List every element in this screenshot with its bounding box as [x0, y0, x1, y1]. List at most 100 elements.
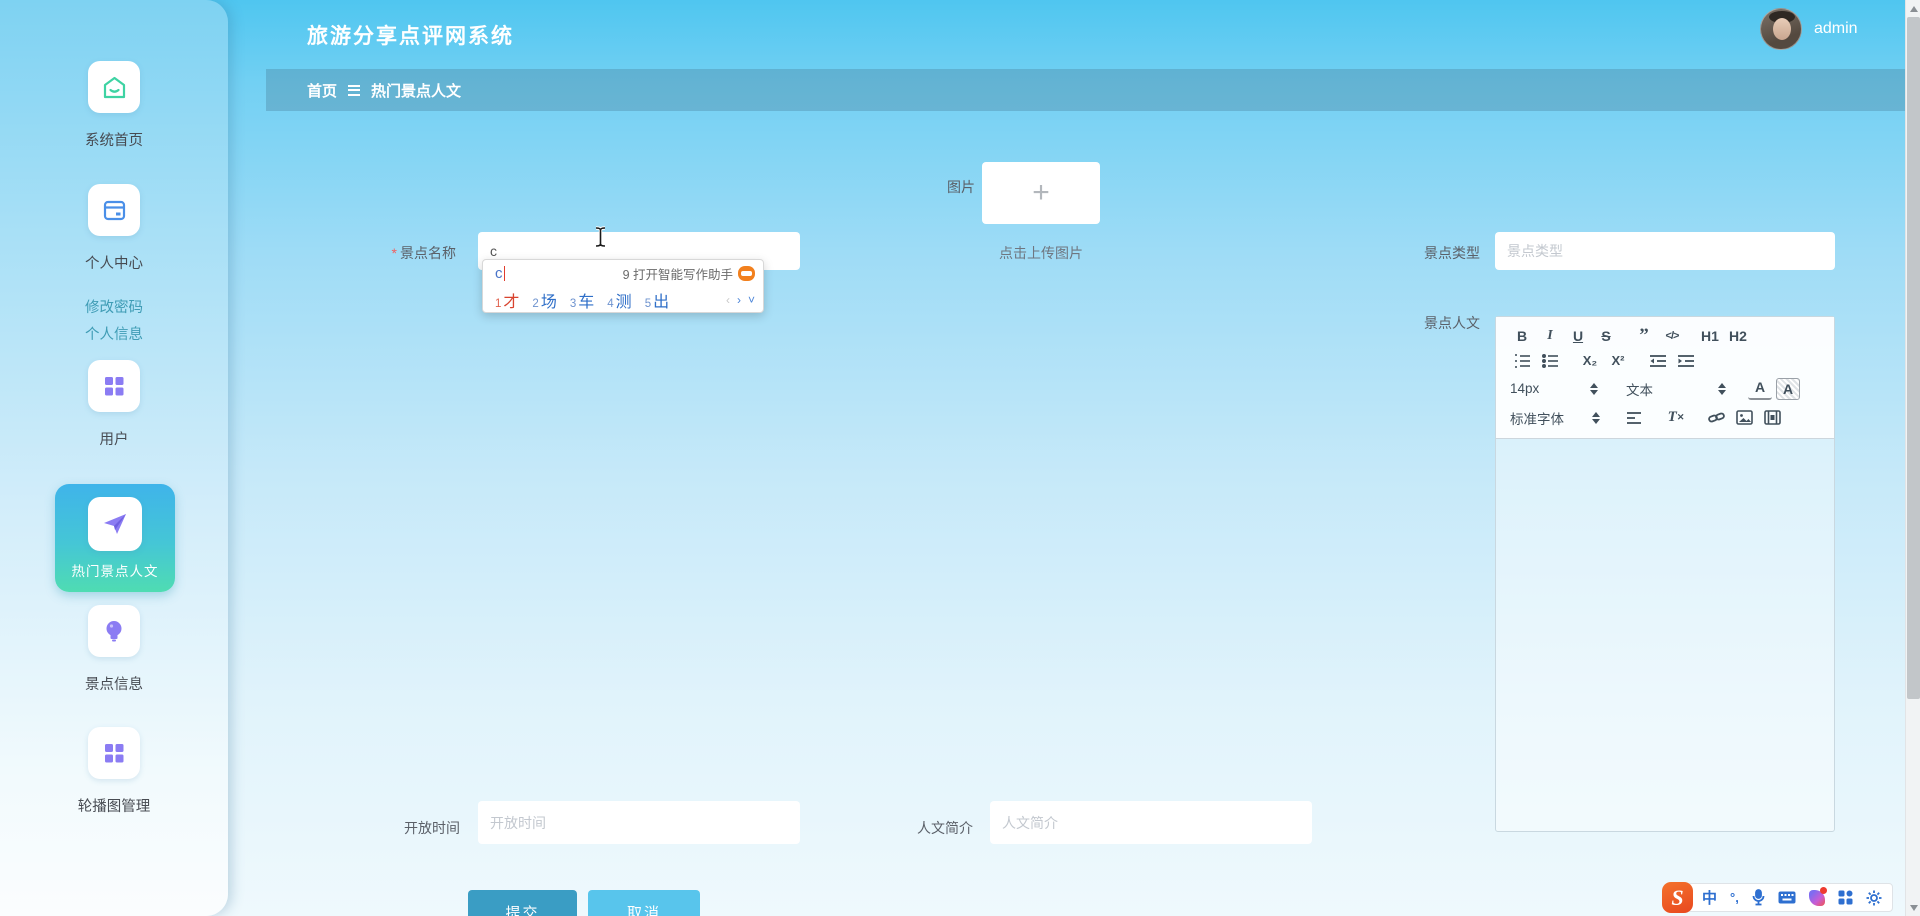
- code-block-button[interactable]: </>: [1660, 325, 1684, 347]
- upload-hint: 点击上传图片: [999, 245, 1083, 261]
- image-upload-button[interactable]: +: [982, 162, 1100, 224]
- settings-gear-icon[interactable]: [1866, 890, 1882, 906]
- ime-assist-shortcut[interactable]: 9 打开智能写作助手: [623, 264, 755, 283]
- sidebar-item-label: 系统首页: [85, 133, 143, 149]
- clear-format-button[interactable]: T ✕: [1664, 407, 1688, 429]
- submit-button[interactable]: 提交: [468, 890, 577, 916]
- link-label: 修改密码: [85, 300, 143, 316]
- ime-punctuation-icon[interactable]: °,: [1730, 890, 1739, 905]
- superscript-button[interactable]: X²: [1606, 350, 1630, 372]
- grid-icon: [88, 360, 140, 412]
- ime-prev-page-icon[interactable]: ‹: [726, 293, 730, 307]
- heading2-button[interactable]: H2: [1726, 325, 1750, 347]
- toolbox-grid-icon[interactable]: [1838, 890, 1853, 905]
- breadcrumb-home[interactable]: 首页: [307, 80, 337, 101]
- intro-label: 人文简介: [917, 820, 973, 836]
- strikethrough-button[interactable]: S: [1594, 325, 1618, 347]
- outdent-button[interactable]: [1646, 350, 1670, 372]
- ime-next-page-icon[interactable]: ›: [737, 293, 741, 307]
- open-time-label: 开放时间: [404, 820, 460, 836]
- ime-candidate[interactable]: 1才: [495, 288, 519, 312]
- stepper-icon: [1590, 382, 1598, 395]
- required-mark: *: [391, 245, 397, 261]
- scroll-up-button[interactable]: [1906, 0, 1920, 17]
- sidebar-item-users[interactable]: 用户: [0, 360, 228, 449]
- bold-button[interactable]: B: [1510, 325, 1534, 347]
- subscript-button[interactable]: X₂: [1578, 350, 1602, 372]
- bulb-icon: [88, 605, 140, 657]
- sidebar-item-label: 热门景点人文: [71, 564, 159, 579]
- link-icon[interactable]: [1704, 407, 1728, 429]
- sidebar-item-home[interactable]: 系统首页: [0, 61, 228, 150]
- align-button[interactable]: [1622, 407, 1646, 429]
- paper-plane-icon: [88, 497, 142, 551]
- spot-culture-label: 景点人文: [1424, 315, 1480, 331]
- sidebar-item-label: 轮播图管理: [77, 799, 151, 815]
- intro-input[interactable]: [990, 801, 1312, 844]
- avatar: [1760, 8, 1802, 50]
- indent-button[interactable]: [1674, 350, 1698, 372]
- sogou-logo-icon[interactable]: S: [1662, 882, 1693, 913]
- sidebar-item-spot-info[interactable]: 景点信息: [0, 605, 228, 694]
- sidebar-item-personal-center[interactable]: 个人中心: [0, 184, 228, 273]
- robot-icon: [738, 266, 755, 281]
- sidebar-link-personal-info[interactable]: 个人信息: [0, 323, 228, 344]
- font-size-select[interactable]: 14px: [1510, 381, 1598, 396]
- breadcrumb: 首页 热门景点人文: [266, 69, 1905, 111]
- ime-assist-label: 9 打开智能写作助手: [622, 268, 733, 282]
- sidebar: 系统首页 个人中心 修改密码 个人信息 用户 热门景点人文 景点信息 轮播图管理: [0, 0, 228, 916]
- text-color-button[interactable]: A: [1748, 378, 1772, 400]
- home-icon: [88, 61, 140, 113]
- editor-content-area[interactable]: [1496, 439, 1834, 841]
- vertical-scrollbar: [1905, 0, 1920, 916]
- user-menu[interactable]: admin: [1760, 8, 1858, 50]
- sidebar-item-hot-spot-culture-active[interactable]: 热门景点人文: [55, 484, 175, 592]
- skin-icon[interactable]: [1808, 886, 1827, 906]
- blockquote-button[interactable]: ”: [1632, 325, 1656, 347]
- format-select[interactable]: 文本: [1626, 379, 1726, 399]
- font-family-value: 标准字体: [1510, 411, 1564, 427]
- username: admin: [1814, 20, 1858, 37]
- italic-button[interactable]: I: [1538, 325, 1562, 347]
- page-title: 旅游分享点评网系统: [307, 25, 514, 48]
- profile-card-icon: [88, 184, 140, 236]
- format-value: 文本: [1626, 382, 1653, 398]
- breadcrumb-current: 热门景点人文: [371, 82, 462, 100]
- ime-candidate[interactable]: 2场: [532, 288, 556, 312]
- ime-expand-icon[interactable]: ˅: [748, 293, 755, 307]
- spot-type-label: 景点类型: [1424, 245, 1480, 261]
- open-time-input[interactable]: [478, 801, 800, 844]
- scrollbar-thumb[interactable]: [1907, 17, 1920, 699]
- editor-toolbar: B I U S ” </> H1 H2 X₂ X² 14px 文本 A A 标准…: [1496, 317, 1834, 439]
- stepper-icon: [1718, 382, 1726, 395]
- microphone-icon[interactable]: [1752, 889, 1765, 906]
- ime-candidate[interactable]: 5出: [645, 288, 669, 312]
- ime-toolbar: S 中 °,: [1662, 882, 1893, 913]
- spot-type-input[interactable]: [1495, 232, 1835, 270]
- bullet-list-button[interactable]: [1538, 350, 1562, 372]
- scroll-down-button[interactable]: [1906, 899, 1920, 916]
- ime-mode-chinese-icon[interactable]: 中: [1702, 887, 1717, 908]
- ordered-list-button[interactable]: [1510, 350, 1534, 372]
- ime-candidate[interactable]: 3车: [570, 288, 594, 312]
- arrow-down-icon: [1909, 904, 1918, 911]
- soft-keyboard-icon[interactable]: [1778, 891, 1796, 904]
- underline-button[interactable]: U: [1566, 325, 1590, 347]
- ime-popup: c 9 打开智能写作助手 1才 2场 3车 4测 5出 ‹ › ˅: [482, 259, 764, 313]
- link-label: 个人信息: [85, 327, 143, 343]
- sidebar-link-change-password[interactable]: 修改密码: [0, 296, 228, 317]
- grid-icon: [88, 727, 140, 779]
- sidebar-item-carousel-mgmt[interactable]: 轮播图管理: [0, 727, 228, 816]
- highlight-color-button[interactable]: A: [1776, 377, 1800, 400]
- clear-format-letter: T: [1667, 409, 1677, 425]
- insert-video-icon[interactable]: [1760, 407, 1784, 429]
- heading1-button[interactable]: H1: [1698, 325, 1722, 347]
- cancel-button[interactable]: 取消: [588, 890, 700, 916]
- plus-icon: +: [1032, 176, 1050, 209]
- insert-image-icon[interactable]: [1732, 407, 1756, 429]
- font-family-select[interactable]: 标准字体: [1510, 408, 1600, 428]
- sidebar-item-label: 景点信息: [85, 677, 143, 693]
- ime-candidate[interactable]: 4测: [607, 288, 631, 312]
- font-size-value: 14px: [1510, 381, 1540, 396]
- stepper-icon: [1592, 411, 1600, 424]
